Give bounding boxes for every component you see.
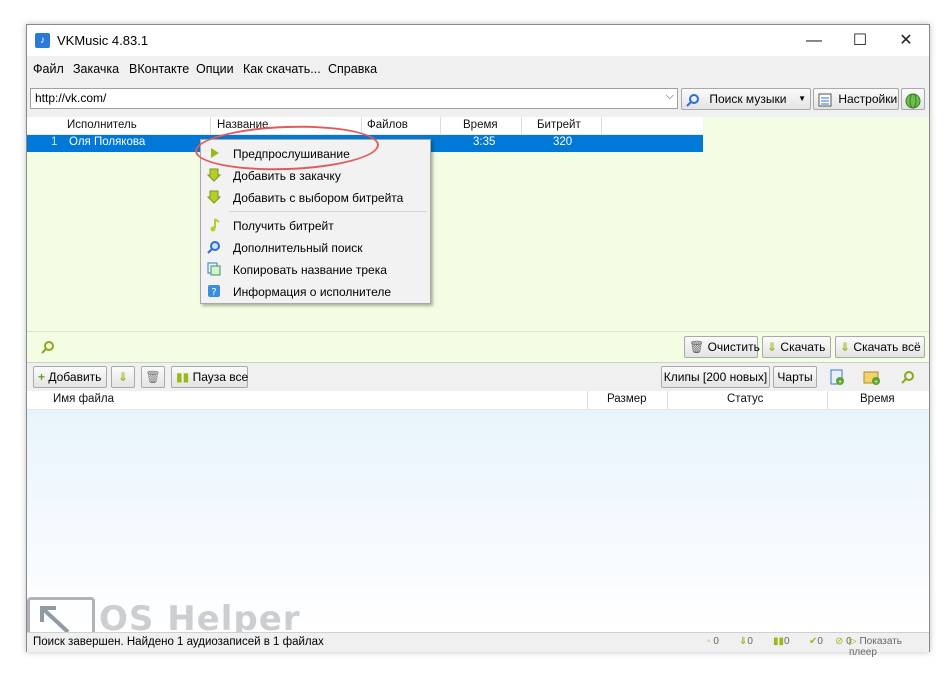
menu-options[interactable]: Опции [196,62,234,76]
chevron-down-icon[interactable]: ⌵ [666,90,674,103]
svg-text:?: ? [211,287,216,298]
pause-all-label: Пауза все [192,370,249,384]
menu-item-artist-info[interactable]: ? Информация о исполнителе [201,281,430,303]
downloads-header: Имя файла Размер Статус Время [27,391,929,410]
status-bar: Поиск завершен. Найдено 1 аудиозаписей в… [27,632,929,658]
add-label: Добавить [48,370,102,384]
row-bitrate: 320 [553,136,573,148]
settings-label: Настройки [838,92,898,106]
globe-button[interactable] [901,88,925,110]
maximize-button[interactable]: ☐ [837,25,883,56]
clear-label: Очистить [707,340,760,354]
col-dl-time[interactable]: Время [860,393,895,405]
download-label: Скачать [780,340,826,354]
trash-icon-button[interactable]: 🗑 [141,366,165,388]
download-button[interactable]: ⇓ Скачать [762,336,831,358]
plus-icon: + [38,370,46,384]
pause-icon: ▮▮ [176,370,190,384]
downloads-toolbar: + Добавить ⇓ 🗑 ▮▮ Пауза все Клипы [200 н… [27,362,929,391]
show-player-button[interactable]: ▷ Показать плеер [849,636,929,658]
menu-bar: Файл Закачка ВКонтакте Опции Как скачать… [27,57,929,79]
add-folder-icon[interactable]: + [863,369,881,385]
download-bitrate-icon [207,190,221,204]
title-bar: ♪ VKMusic 4.83.1 — ☐ ✕ [27,25,929,56]
address-toolbar: http://vk.com/ ⌵ Поиск музыки ▼ Настройк… [27,83,929,115]
minimize-button[interactable]: — [791,25,837,56]
url-input[interactable]: http://vk.com/ ⌵ [30,88,678,109]
col-bitrate[interactable]: Битрейт [537,119,581,131]
search-icon [207,241,220,254]
status-count-3: ▮▮0 [773,636,790,647]
menu-help[interactable]: Справка [328,62,377,76]
clips-button[interactable]: Клипы [200 новых] [661,366,770,388]
col-files[interactable]: Файлов [367,119,408,131]
menu-item-get-bitrate[interactable]: Получить битрейт [201,215,430,237]
row-artist: Оля Полякова [69,136,146,148]
status-count-2: ⇓0 [739,636,753,647]
globe-icon [905,93,921,109]
close-button[interactable]: ✕ [883,25,929,56]
search-icon [686,93,699,107]
status-message: Поиск завершен. Найдено 1 аудиозаписей в… [33,636,324,648]
menu-file[interactable]: Файл [33,62,64,76]
row-time: 3:35 [473,136,496,148]
search-mode-select[interactable]: Поиск музыки ▼ [681,88,811,110]
clear-button[interactable]: 🗑 Очистить [684,336,760,358]
menu-vkontakte[interactable]: ВКонтакте [129,62,189,76]
menu-item-extra-search[interactable]: Дополнительный поиск [201,237,430,259]
copy-icon [207,262,221,276]
search-icon[interactable] [41,340,55,354]
charts-button[interactable]: Чарты [773,366,817,388]
search-mode-label: Поиск музыки [709,92,787,106]
col-size[interactable]: Размер [607,393,647,405]
status-count-4: ✔0 [809,636,823,647]
download-all-icon: ⇓ [840,340,851,354]
app-icon: ♪ [35,33,50,48]
app-window: ♪ VKMusic 4.83.1 — ☐ ✕ Файл Закачка ВКон… [26,24,930,658]
col-artist[interactable]: Исполнитель [67,119,137,131]
caret-down-icon: ▼ [798,94,806,103]
trash-icon: 🗑 [689,340,705,354]
menu-item-add-to-download[interactable]: Добавить в закачку [201,165,430,187]
results-header: Исполнитель Название Файлов Время Битрей… [27,117,703,135]
add-button[interactable]: + Добавить [33,366,107,388]
window-title: VKMusic 4.83.1 [57,33,149,48]
col-time[interactable]: Время [463,119,498,131]
pause-all-button[interactable]: ▮▮ Пауза все [171,366,248,388]
settings-icon [818,93,832,107]
menu-item-copy-track-name[interactable]: Копировать название трека [201,259,430,281]
col-file-name[interactable]: Имя файла [53,393,114,405]
filter-bar: 🗑 Очистить ⇓ Скачать ⇓ Скачать всё [27,331,929,362]
url-value: http://vk.com/ [35,91,107,105]
svg-text:+: + [874,379,878,385]
download-all-label: Скачать всё [853,340,921,354]
search-icon[interactable] [901,370,915,384]
status-count-1: ◦ 0 [707,636,719,647]
menu-how-to-download[interactable]: Как скачать... [243,62,321,76]
menu-item-add-with-bitrate[interactable]: Добавить с выбором битрейта [201,187,430,209]
menu-download[interactable]: Закачка [73,62,119,76]
download-icon-button[interactable]: ⇓ [111,366,135,388]
row-number: 1 [51,136,58,148]
info-icon: ? [208,285,220,298]
download-icon [207,168,221,182]
music-note-icon [210,218,220,232]
download-all-button[interactable]: ⇓ Скачать всё [835,336,925,358]
svg-text:+: + [838,379,842,385]
add-file-icon[interactable]: + [829,369,845,385]
col-status[interactable]: Статус [727,393,763,405]
settings-button[interactable]: Настройки [813,88,899,110]
search-results-panel: Исполнитель Название Файлов Время Битрей… [27,117,929,331]
download-icon: ⇓ [767,340,778,354]
